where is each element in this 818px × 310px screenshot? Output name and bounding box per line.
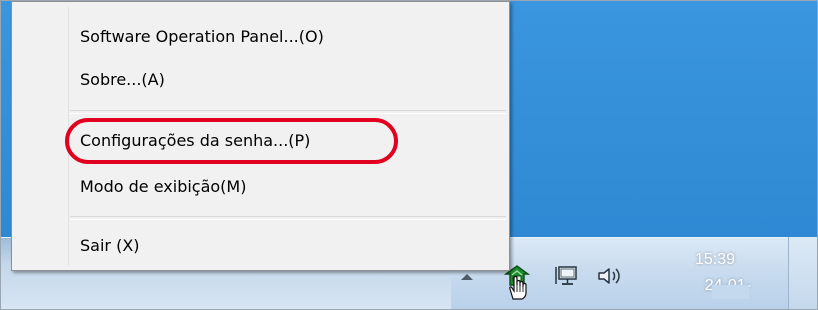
menu-separator [70, 216, 506, 220]
network-icon[interactable] [555, 264, 580, 288]
menu-separator [70, 110, 506, 114]
hand-cursor-icon [509, 275, 527, 300]
menu-item-software-operation-panel[interactable]: Software Operation Panel...(O) [15, 16, 508, 58]
menu-item-about[interactable]: Sobre...(A) [15, 59, 508, 101]
show-desktop-button[interactable] [788, 237, 817, 309]
redacted-date-mask [712, 285, 749, 299]
desktop-screen: 15:39 24-01- Software Operation Panel...… [0, 0, 818, 310]
clock-time: 15:39 [694, 251, 735, 268]
menu-item-exit[interactable]: Sair (X) [15, 225, 508, 267]
menu-item-display-mode[interactable]: Modo de exibição(M) [15, 166, 508, 208]
show-hidden-icons-arrow-icon[interactable] [461, 274, 473, 280]
volume-icon[interactable] [597, 265, 623, 287]
highlight-annotation-ring [65, 118, 398, 164]
